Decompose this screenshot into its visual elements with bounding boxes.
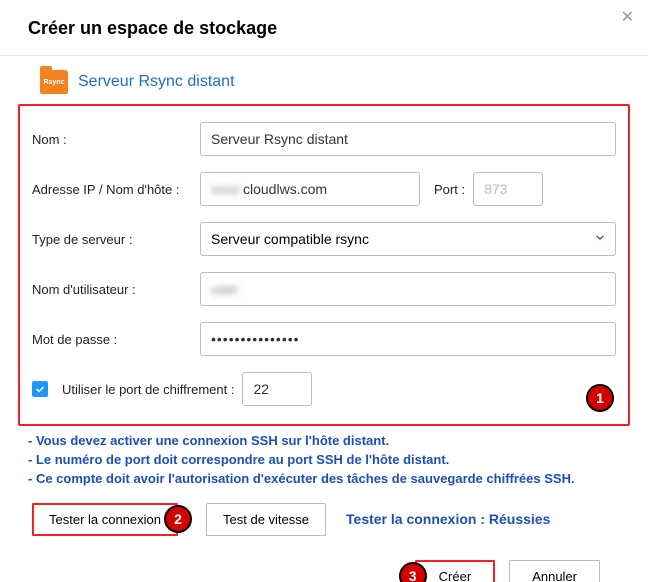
section-title: Rsync Serveur Rsync distant <box>18 70 630 104</box>
dialog-title: Créer un espace de stockage <box>28 18 620 39</box>
name-label: Nom : <box>32 132 192 147</box>
host-input[interactable]: xxxx cloudlws.com <box>200 172 420 206</box>
note-line-3: - Ce compte doit avoir l'autorisation d'… <box>28 470 620 489</box>
servertype-select[interactable]: Serveur compatible rsync <box>200 222 616 256</box>
form-container: Nom : Adresse IP / Nom d'hôte : xxxx clo… <box>18 104 630 426</box>
name-input[interactable] <box>200 122 616 156</box>
dialog-header: Créer un espace de stockage ✕ <box>0 0 648 56</box>
servertype-label: Type de serveur : <box>32 232 192 247</box>
section-title-text: Serveur Rsync distant <box>78 73 235 91</box>
pass-input[interactable] <box>200 322 616 356</box>
test-result: Tester la connexion : Réussies <box>346 511 550 527</box>
encrypt-label: Utiliser le port de chiffrement : <box>62 382 234 397</box>
notes: - Vous devez activer une connexion SSH s… <box>18 426 630 503</box>
step-badge-1: 1 <box>586 384 614 412</box>
pass-label: Mot de passe : <box>32 332 192 347</box>
encrypt-port-input[interactable] <box>242 372 312 406</box>
user-label: Nom d'utilisateur : <box>32 282 192 297</box>
step-badge-2: 2 <box>164 505 192 533</box>
close-icon[interactable]: ✕ <box>621 10 634 26</box>
cancel-button[interactable]: Annuler <box>509 560 600 582</box>
test-speed-button[interactable]: Test de vitesse <box>206 503 326 536</box>
encrypt-checkbox[interactable] <box>32 381 48 397</box>
user-input[interactable]: user <box>200 272 616 306</box>
create-button[interactable]: Créer <box>415 560 496 582</box>
port-label: Port : <box>434 182 465 197</box>
dialog-content: Rsync Serveur Rsync distant Nom : Adress… <box>0 56 648 582</box>
chevron-down-icon <box>593 231 607 248</box>
note-line-2: - Le numéro de port doit correspondre au… <box>28 451 620 470</box>
host-label: Adresse IP / Nom d'hôte : <box>32 182 192 197</box>
note-line-1: - Vous devez activer une connexion SSH s… <box>28 432 620 451</box>
rsync-folder-icon: Rsync <box>40 70 68 94</box>
port-input[interactable] <box>473 172 543 206</box>
test-connection-button[interactable]: Tester la connexion <box>32 503 178 536</box>
